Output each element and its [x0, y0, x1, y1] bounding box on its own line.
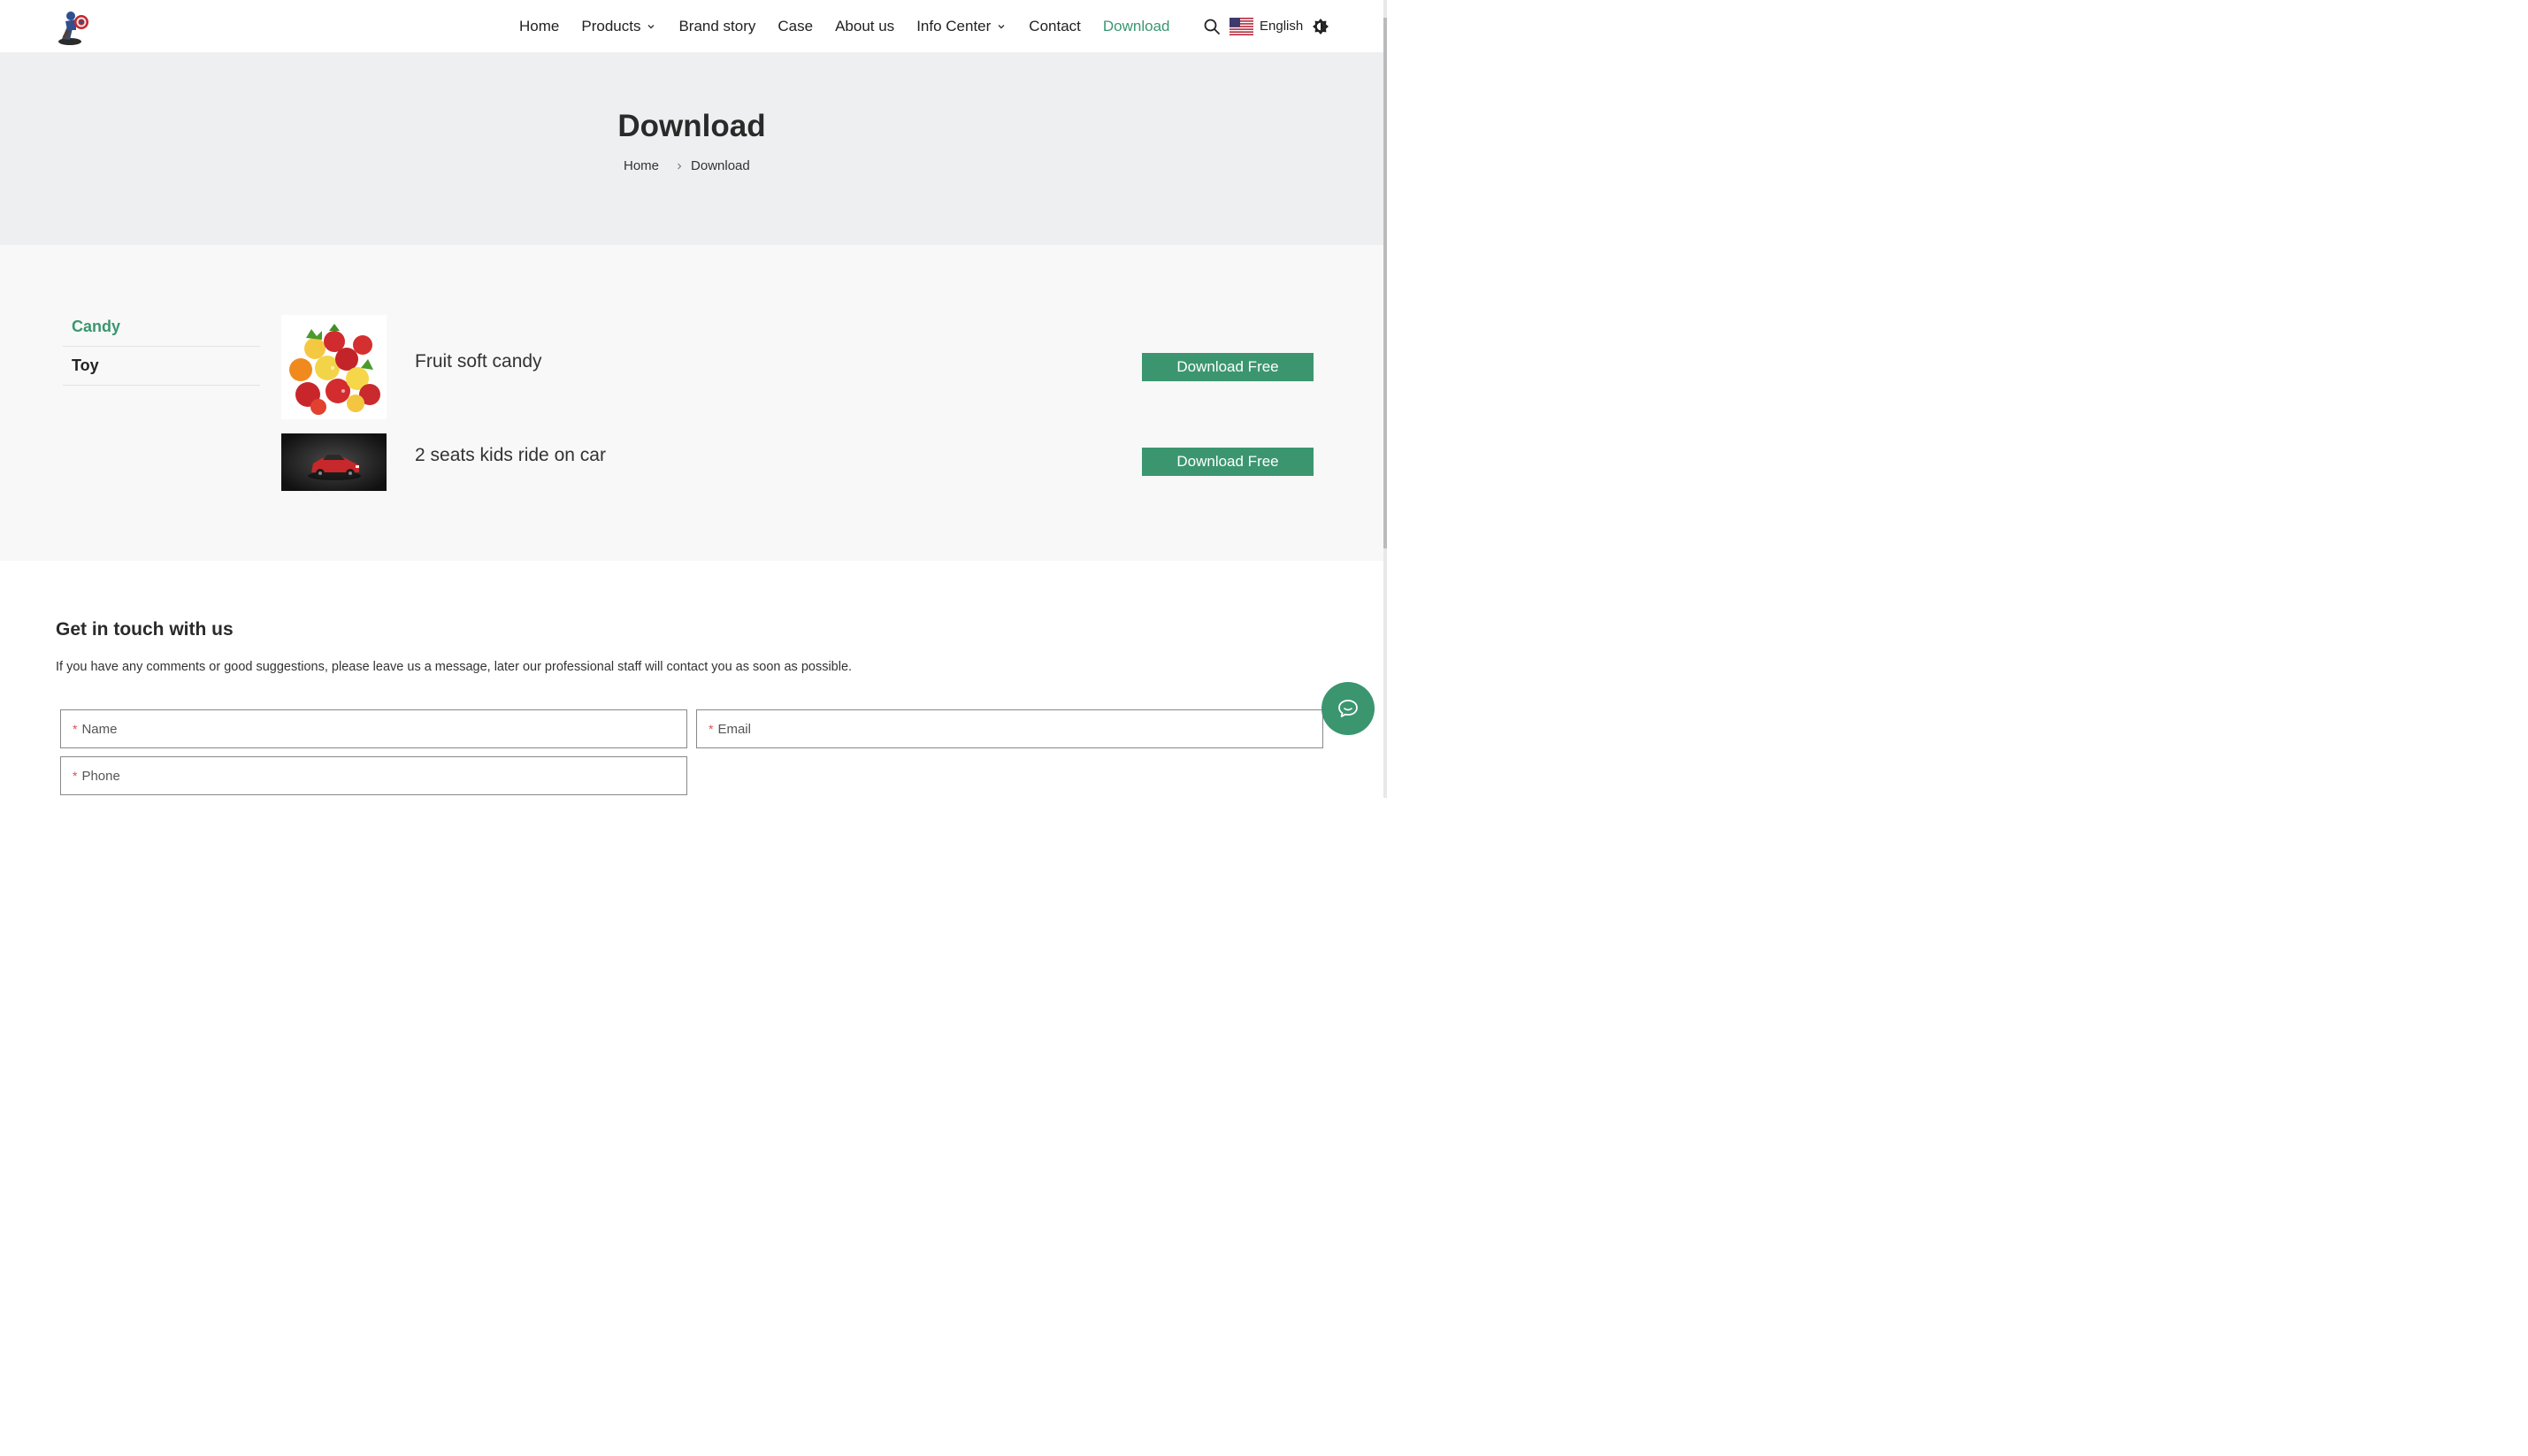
download-item: 2 seats kids ride on car Download Free: [281, 433, 1314, 491]
breadcrumb-current: Download: [691, 158, 750, 173]
nav-label: Info Center: [916, 17, 992, 34]
red-car-image[interactable]: [281, 433, 387, 491]
chat-bubble-icon: [1338, 700, 1358, 717]
required-mark: *: [709, 722, 714, 736]
fruit-candy-image[interactable]: [281, 315, 387, 419]
nav-label: Case: [778, 17, 814, 34]
nav-label: About us: [835, 17, 895, 34]
download-free-button[interactable]: Download Free: [1142, 448, 1314, 476]
name-field[interactable]: *: [60, 709, 687, 748]
nav-download[interactable]: Download: [1103, 18, 1170, 35]
category-candy[interactable]: Candy: [63, 308, 260, 347]
nav-products[interactable]: Products: [581, 18, 656, 35]
required-mark: *: [73, 722, 78, 736]
brand-logo[interactable]: [55, 7, 92, 46]
main-nav: Home Products Brand story Case About us …: [519, 0, 1192, 52]
nav-case[interactable]: Case: [778, 18, 813, 35]
nav-contact[interactable]: Contact: [1029, 18, 1081, 35]
download-title[interactable]: 2 seats kids ride on car: [415, 445, 606, 466]
search-icon[interactable]: [1203, 18, 1221, 35]
nav-about-us[interactable]: About us: [835, 18, 894, 35]
category-list: Candy Toy: [63, 308, 260, 386]
nav-info-center[interactable]: Info Center: [916, 18, 1007, 35]
superhero-logo-icon: [58, 11, 88, 45]
email-input[interactable]: [717, 721, 1271, 737]
page-banner: Download Home Download: [0, 52, 1387, 245]
nav-home[interactable]: Home: [519, 18, 559, 35]
category-toy[interactable]: Toy: [63, 347, 260, 386]
scrollbar-thumb[interactable]: [1383, 18, 1387, 548]
downloads-section: Candy Toy Fruit soft candy Download Free…: [0, 245, 1387, 561]
site-header: Home Products Brand story Case About us …: [0, 0, 1387, 52]
nav-brand-story[interactable]: Brand story: [678, 18, 755, 35]
email-field[interactable]: *: [696, 709, 1323, 748]
download-free-button[interactable]: Download Free: [1142, 353, 1314, 381]
fruit-candy-thumbnail: [281, 315, 387, 419]
breadcrumb-home[interactable]: Home: [624, 158, 659, 173]
chevron-down-icon: [647, 24, 655, 28]
ride-on-car-thumbnail: [281, 433, 387, 491]
theme-toggle-icon[interactable]: [1312, 18, 1329, 35]
nav-label: Contact: [1029, 17, 1081, 34]
us-flag-icon: [1230, 17, 1253, 35]
contact-description: If you have any comments or good suggest…: [56, 660, 853, 674]
chat-button[interactable]: [1321, 682, 1375, 735]
required-mark: *: [73, 769, 78, 783]
phone-field[interactable]: *: [60, 756, 687, 795]
page-title: Download: [617, 109, 766, 143]
nav-label: Products: [581, 17, 641, 34]
download-title[interactable]: Fruit soft candy: [415, 351, 542, 372]
chevron-right-icon: [678, 163, 682, 169]
nav-label: Download: [1102, 17, 1170, 34]
language-label: English: [1260, 19, 1304, 34]
breadcrumb: Home Download: [624, 158, 750, 173]
nav-label: Home: [519, 17, 560, 34]
chevron-down-icon: [998, 24, 1005, 28]
nav-label: Brand story: [678, 17, 756, 34]
header-tools: English: [1203, 0, 1329, 52]
download-item: Fruit soft candy Download Free: [281, 315, 1314, 419]
language-switcher[interactable]: English: [1221, 17, 1304, 35]
contact-title: Get in touch with us: [56, 619, 234, 640]
name-input[interactable]: [81, 721, 635, 737]
phone-input[interactable]: [81, 768, 635, 784]
